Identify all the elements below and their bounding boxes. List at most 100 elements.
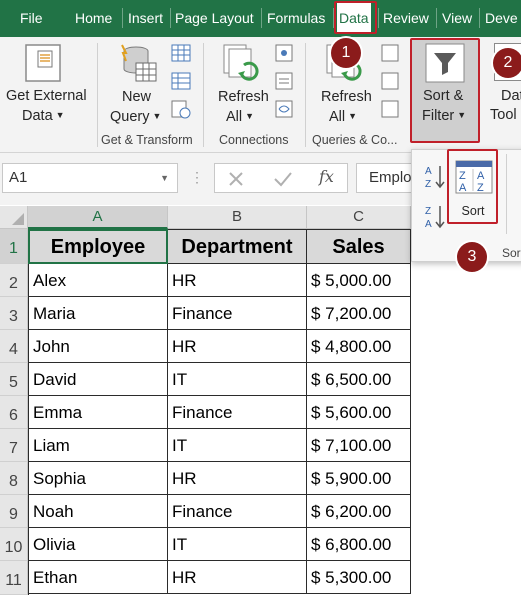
cancel-icon[interactable] <box>227 170 245 188</box>
tab-divider <box>170 8 171 28</box>
step-badge-2: 2 <box>493 48 521 78</box>
svg-text:Z: Z <box>425 179 431 190</box>
cell-employee[interactable]: David <box>28 363 168 396</box>
cell-sales[interactable]: $ 7,200.00 <box>307 297 411 330</box>
cell-department[interactable]: HR <box>168 462 307 495</box>
cell-employee[interactable]: Noah <box>28 495 168 528</box>
cell-employee[interactable]: Maria <box>28 297 168 330</box>
refresh-all-connections-button[interactable]: Refresh All ▼ <box>210 37 272 129</box>
enter-check-icon[interactable] <box>273 170 293 188</box>
column-header-c[interactable]: C <box>307 206 411 229</box>
sort-a-to-z-icon[interactable]: A Z <box>424 164 446 190</box>
row-header-8[interactable]: 8 <box>0 462 28 495</box>
get-external-label-text: Data <box>22 108 53 124</box>
group-divider <box>97 43 98 147</box>
formula-buttons: fx <box>214 163 348 193</box>
tab-divider <box>378 8 379 28</box>
dropdown-divider <box>506 154 507 234</box>
insert-function-icon[interactable]: fx <box>319 167 334 186</box>
tab-developer[interactable]: Deve <box>485 0 518 37</box>
get-external-label-2: Data ▼ <box>22 106 65 126</box>
row-header-3[interactable]: 3 <box>0 297 28 330</box>
cell-employee[interactable]: Sophia <box>28 462 168 495</box>
tab-divider <box>436 8 437 28</box>
formula-bar-grip-icon[interactable]: ⋮ <box>190 169 204 186</box>
cell-department[interactable]: IT <box>168 363 307 396</box>
tab-divider <box>479 8 480 28</box>
data-tools-label-2: Tool <box>490 107 517 123</box>
chevron-down-icon: ▼ <box>55 110 65 120</box>
header-cell-department[interactable]: Department <box>168 229 307 264</box>
get-external-data-button[interactable]: Get External Data ▼ <box>0 37 95 132</box>
row-header-4[interactable]: 4 <box>0 330 28 363</box>
new-query-button[interactable]: New Query ▼ <box>104 37 170 129</box>
name-box-value: A1 <box>9 169 28 186</box>
formula-input-value: Emplo <box>369 169 412 186</box>
row-header-2[interactable]: 2 <box>0 264 28 297</box>
tab-home[interactable]: Home <box>75 0 112 37</box>
refresh-icon <box>223 44 259 81</box>
step-badge-3: 3 <box>457 242 487 272</box>
tab-divider <box>261 8 262 28</box>
row-header-11[interactable]: 11 <box>0 561 28 595</box>
tab-insert[interactable]: Insert <box>128 0 163 37</box>
row-header-10[interactable]: 10 <box>0 528 28 561</box>
chevron-down-icon[interactable]: ▼ <box>160 164 169 192</box>
cell-department[interactable]: HR <box>168 330 307 363</box>
cell-employee[interactable]: Olivia <box>28 528 168 561</box>
cell-employee[interactable]: Liam <box>28 429 168 462</box>
svg-text:A: A <box>425 219 432 230</box>
sort-z-to-a-icon[interactable]: Z A <box>424 204 446 230</box>
cell-sales[interactable]: $ 5,600.00 <box>307 396 411 429</box>
data-tools-label: Dat <box>501 88 521 104</box>
cell-employee[interactable]: Emma <box>28 396 168 429</box>
cell-sales[interactable]: $ 6,500.00 <box>307 363 411 396</box>
cell-sales[interactable]: $ 7,100.00 <box>307 429 411 462</box>
cell-sales[interactable]: $ 6,200.00 <box>307 495 411 528</box>
tab-review[interactable]: Review <box>383 0 429 37</box>
row-header-5[interactable]: 5 <box>0 363 28 396</box>
step-badge-1: 1 <box>331 38 361 68</box>
new-query-label: New <box>122 89 152 105</box>
tab-divider <box>122 8 123 28</box>
tab-file[interactable]: File <box>20 0 43 37</box>
cell-department[interactable]: IT <box>168 429 307 462</box>
cell-sales[interactable]: $ 4,800.00 <box>307 330 411 363</box>
header-cell-sales[interactable]: Sales <box>307 229 411 264</box>
cell-department[interactable]: Finance <box>168 396 307 429</box>
highlight-sort-filter <box>410 38 480 143</box>
cell-department[interactable]: Finance <box>168 297 307 330</box>
select-all-button[interactable] <box>0 206 28 229</box>
row-header-9[interactable]: 9 <box>0 495 28 528</box>
cell-department[interactable]: Finance <box>168 495 307 528</box>
row-header-6[interactable]: 6 <box>0 396 28 429</box>
row-header-7[interactable]: 7 <box>0 429 28 462</box>
group-label-get-transform: Get & Transform <box>101 133 193 147</box>
ribbon-tab-bar: File Home Insert Page Layout Formulas Da… <box>0 0 521 37</box>
cell-department[interactable]: IT <box>168 528 307 561</box>
header-cell-employee[interactable]: Employee <box>28 229 168 264</box>
cell-sales[interactable]: $ 5,000.00 <box>307 264 411 297</box>
group-label-queries: Queries & Co... <box>312 133 398 147</box>
name-box[interactable]: A1 ▼ <box>2 163 178 193</box>
chevron-down-icon: ▼ <box>245 111 255 121</box>
cell-department[interactable]: HR <box>168 264 307 297</box>
tab-view[interactable]: View <box>442 0 472 37</box>
cell-employee[interactable]: John <box>28 330 168 363</box>
cell-employee[interactable]: Ethan <box>28 561 168 594</box>
tab-page-layout[interactable]: Page Layout <box>175 0 254 37</box>
query-icons <box>381 44 399 118</box>
excel-window: File Home Insert Page Layout Formulas Da… <box>0 0 521 595</box>
column-header-b[interactable]: B <box>168 206 307 229</box>
cell-sales[interactable]: $ 6,800.00 <box>307 528 411 561</box>
cell-employee[interactable]: Alex <box>28 264 168 297</box>
refresh-all-label-2: All ▼ <box>329 107 357 127</box>
column-header-a[interactable]: A <box>28 206 168 229</box>
sort-group-label: Sor <box>502 246 521 260</box>
cell-department[interactable]: HR <box>168 561 307 594</box>
cell-sales[interactable]: $ 5,300.00 <box>307 561 411 594</box>
queries-small-buttons <box>380 43 402 123</box>
tab-formulas[interactable]: Formulas <box>267 0 325 37</box>
cell-sales[interactable]: $ 5,900.00 <box>307 462 411 495</box>
row-header-1[interactable]: 1 <box>0 229 28 264</box>
